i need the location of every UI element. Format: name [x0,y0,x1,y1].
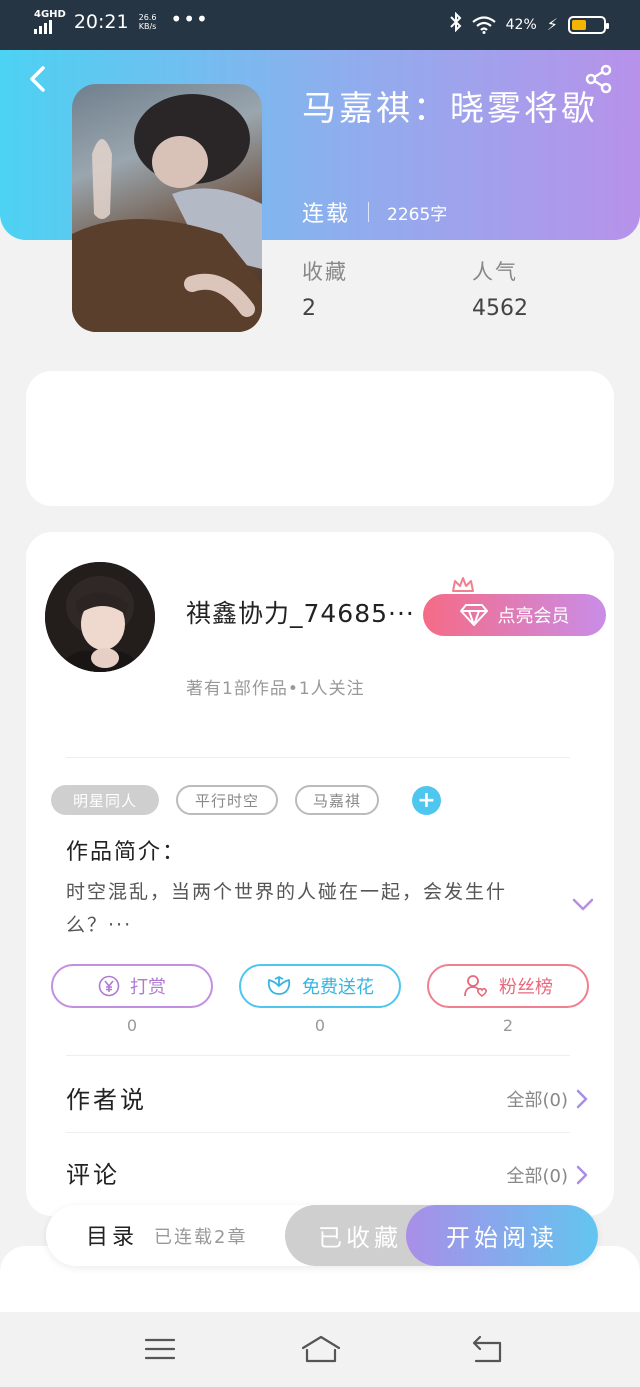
divider [66,1132,570,1133]
ad-placeholder-card [26,371,614,506]
bluetooth-icon [449,11,462,37]
fans-ranking-button[interactable]: 粉丝榜 [427,964,589,1008]
start-reading-label: 开始阅读 [446,1224,558,1252]
back-arrow-icon[interactable] [26,66,50,92]
author-says-all: 全部(0) [506,1090,569,1111]
charging-icon: ⚡ [546,15,558,34]
fans-count: 2 [502,1016,514,1035]
favorites-value: 2 [302,296,316,321]
tag-parallel-space[interactable]: 平行时空 [176,785,278,815]
popularity-label: 人气 [472,260,518,284]
book-cover[interactable] [72,84,262,332]
flower-count: 0 [314,1016,326,1035]
speed-value: 26.6 [138,13,157,22]
book-status: 连载 [302,202,351,227]
tag-celebrity-fanfic[interactable]: 明星同人 [51,785,159,815]
intro-title: 作品简介： [66,840,187,865]
speed-unit: KB/s [138,22,157,31]
tag-ma-jiaqi[interactable]: 马嘉祺 [295,785,379,815]
divider [66,757,570,758]
status-bar: 4GHD 20:21 26.6 KB/s ••• 42% ⚡ [0,0,640,50]
diamond-icon [459,604,488,626]
chapter-count[interactable]: 已连载2章 [154,1223,247,1249]
menu-icon[interactable] [143,1334,177,1364]
back-icon[interactable] [470,1334,504,1364]
book-meta: 连载 2265字 [302,196,447,228]
meta-divider [368,202,370,222]
intro-text[interactable]: 时空混乱，当两个世界的人碰在一起，会发生什么？··· [66,876,546,942]
comments-all: 全部(0) [506,1166,569,1187]
comments-link[interactable]: 全部(0) [507,1162,589,1188]
send-flower-label: 免费送花 [302,977,374,998]
book-title: 马嘉祺：晓雾将歇 [302,89,598,129]
tip-count: 0 [126,1016,138,1035]
signal-indicator: 4GHD [34,10,66,34]
wifi-icon [471,15,496,34]
reading-action-bar: 目录 已连载2章 已收藏 开始阅读 [46,1205,598,1266]
vip-button[interactable]: 点亮会员 [423,594,606,636]
add-tag-button[interactable]: + [412,786,441,815]
divider [66,1055,570,1056]
author-says-link[interactable]: 全部(0) [507,1086,589,1112]
signal-bars-icon [34,20,52,34]
vip-button-label: 点亮会员 [497,606,570,627]
author-stats: 著有1部作品•1人关注 [186,679,365,699]
network-speed: 26.6 KB/s [139,13,157,31]
battery-icon [568,15,609,34]
clock: 20:21 [73,11,129,33]
chevron-right-icon [576,1089,588,1109]
collected-label: 已收藏 [318,1224,402,1252]
cover-image [72,94,262,332]
start-reading-button[interactable]: 开始阅读 [406,1205,598,1266]
comments-title: 评论 [66,1161,120,1189]
yuan-coin-icon [98,975,120,997]
more-notifications-icon: ••• [170,7,209,31]
network-type: 4GHD [34,9,66,20]
tip-button[interactable]: 打赏 [51,964,213,1008]
chevron-right-icon [576,1165,588,1185]
favorites-label: 收藏 [302,260,348,284]
flower-icon [267,976,291,995]
battery-percent: 42% [505,16,537,33]
avatar-image [45,562,155,672]
fans-ranking-label: 粉丝榜 [499,977,553,998]
battery-level [572,19,587,30]
popularity-value: 4562 [472,296,528,321]
fans-icon [464,975,487,998]
table-of-contents-button[interactable]: 目录 [86,1219,138,1251]
crown-icon [452,577,474,592]
home-icon[interactable] [300,1334,342,1364]
author-says-title: 作者说 [66,1086,147,1114]
tip-button-label: 打赏 [130,977,166,998]
chevron-down-icon[interactable] [572,898,594,912]
system-nav-bar [0,1312,640,1387]
send-flower-button[interactable]: 免费送花 [239,964,401,1008]
author-avatar[interactable] [45,562,155,672]
word-count: 2265字 [387,204,448,225]
author-name[interactable]: 祺鑫协力_74685··· [186,594,415,630]
